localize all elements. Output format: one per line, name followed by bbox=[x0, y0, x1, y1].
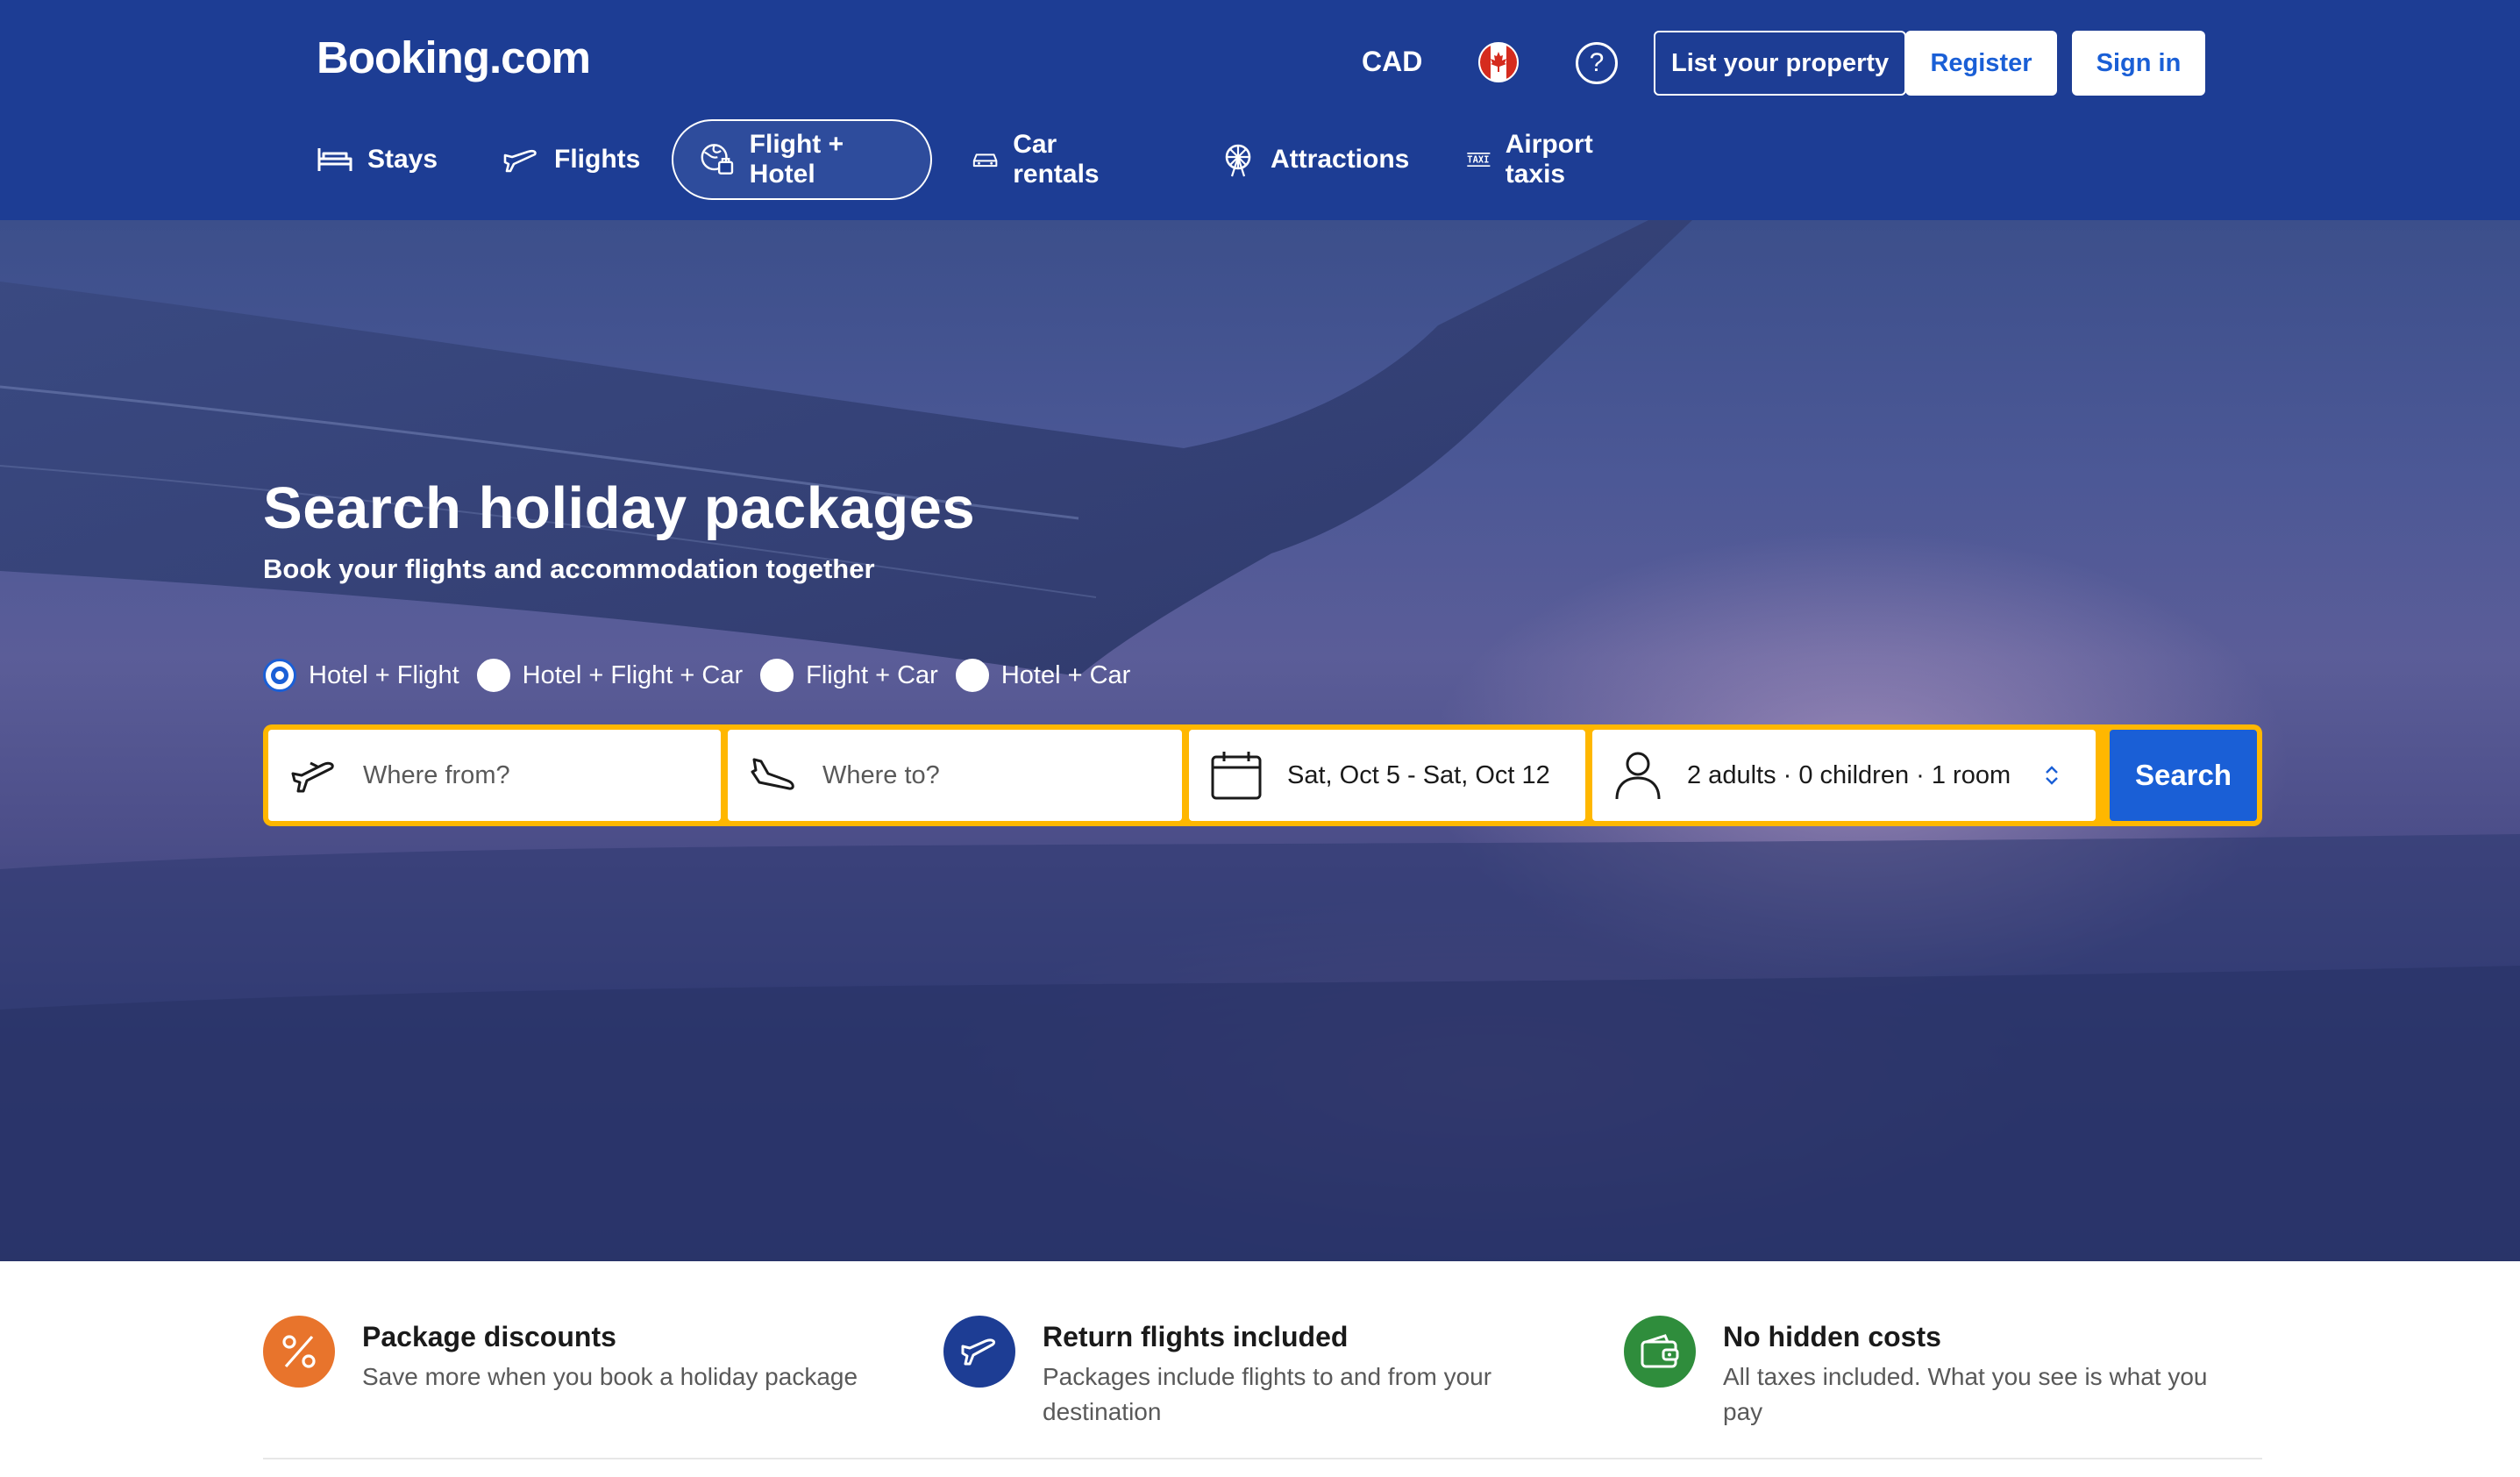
feature-description: Packages include flights to and from you… bbox=[1043, 1363, 1492, 1425]
nav-label: Stays bbox=[367, 145, 438, 174]
car-icon bbox=[972, 153, 998, 168]
hero-banner: Search holiday packages Book your flight… bbox=[0, 220, 2520, 1261]
origin-field[interactable]: Where from? bbox=[268, 730, 721, 821]
hero-title: Search holiday packages bbox=[263, 475, 976, 541]
nav-label: Attractions bbox=[1271, 145, 1410, 174]
top-header: Booking.com CAD ? List your property Reg… bbox=[0, 0, 2520, 220]
radio-button[interactable] bbox=[760, 659, 794, 692]
feature-description: All taxes included. What you see is what… bbox=[1723, 1363, 2208, 1425]
feature-description: Save more when you book a holiday packag… bbox=[362, 1363, 858, 1390]
svg-text:TAXI: TAXI bbox=[1467, 154, 1489, 165]
radio-hotel-flight[interactable]: Hotel + Flight bbox=[263, 659, 459, 692]
globe-suitcase-icon bbox=[701, 144, 734, 175]
feature-title: Package discounts bbox=[362, 1321, 616, 1352]
plane-icon bbox=[943, 1316, 1015, 1388]
nav-label: Flight + Hotel bbox=[749, 130, 844, 189]
date-range: Sat, Oct 5 - Sat, Oct 12 bbox=[1287, 760, 1550, 789]
sign-in-button[interactable]: Sign in bbox=[2072, 31, 2205, 96]
radio-label: Hotel + Car bbox=[1000, 660, 1131, 689]
search-button[interactable]: Search bbox=[2110, 730, 2257, 821]
nav-label: Car rentals bbox=[1013, 130, 1100, 189]
feature-list: Package discounts Save more when you boo… bbox=[263, 1316, 2262, 1456]
destination-field[interactable]: Where to? bbox=[728, 730, 1182, 821]
list-property-button[interactable]: List your property bbox=[1654, 31, 1907, 96]
date-field[interactable]: Sat, Oct 5 - Sat, Oct 12 bbox=[1189, 730, 1585, 821]
nav-item-attractions[interactable]: Attractions bbox=[1193, 119, 1435, 200]
feature-title: Return flights included bbox=[1043, 1321, 1349, 1352]
calendar-icon bbox=[1211, 752, 1262, 800]
feature-title: No hidden costs bbox=[1723, 1321, 1941, 1352]
search-bar: Where from? Where to? Sat, Oct 5 - Sat, … bbox=[263, 724, 2262, 826]
occupancy-summary: 2 adults · 0 children · 1 room bbox=[1687, 760, 2011, 789]
question-icon[interactable]: ? bbox=[1576, 42, 1618, 84]
radio-label: Hotel + Flight + Car bbox=[522, 660, 744, 689]
booking-logo[interactable]: Booking.com bbox=[317, 32, 591, 83]
register-button[interactable]: Register bbox=[1905, 31, 2057, 96]
percent-icon bbox=[263, 1316, 335, 1388]
nav-label: Airport taxis bbox=[1505, 130, 1593, 189]
radio-label: Flight + Car bbox=[806, 660, 938, 689]
destination-placeholder: Where to? bbox=[822, 760, 940, 789]
person-icon bbox=[1615, 752, 1661, 800]
taxi-icon: TAXI bbox=[1467, 153, 1491, 167]
plane-icon bbox=[503, 149, 537, 173]
chevron-updown-icon bbox=[2046, 766, 2058, 785]
hero-subtitle: Book your flights and accommodation toge… bbox=[263, 553, 875, 584]
nav-item-car-rentals[interactable]: Car rentals bbox=[945, 119, 1136, 200]
origin-placeholder: Where from? bbox=[363, 760, 510, 789]
nav-item-airport-taxis[interactable]: TAXI Airport taxis bbox=[1440, 119, 1633, 200]
radio-label: Hotel + Flight bbox=[309, 660, 459, 689]
radio-flight-car[interactable]: Flight + Car bbox=[760, 659, 938, 692]
ferris-wheel-icon bbox=[1225, 144, 1251, 177]
nav-label: Flights bbox=[554, 145, 641, 174]
takeoff-plane-icon bbox=[291, 761, 334, 793]
nav-item-flights[interactable]: Flights bbox=[475, 119, 666, 200]
bed-icon bbox=[317, 148, 352, 171]
wallet-icon bbox=[1624, 1316, 1696, 1388]
nav-item-flight-hotel[interactable]: Flight + Hotel bbox=[672, 119, 932, 200]
currency-selector[interactable]: CAD bbox=[1362, 46, 1422, 78]
radio-hotel-flight-car[interactable]: Hotel + Flight + Car bbox=[476, 659, 744, 692]
section-divider bbox=[263, 1458, 2262, 1459]
occupancy-field[interactable]: 2 adults · 0 children · 1 room bbox=[1592, 730, 2096, 821]
package-type-group: Hotel + Flight Hotel + Flight + Car Flig… bbox=[263, 659, 1148, 692]
radio-button[interactable] bbox=[476, 659, 510, 692]
nav-item-stays[interactable]: Stays bbox=[290, 119, 464, 200]
radio-button[interactable] bbox=[263, 659, 296, 692]
radio-hotel-car[interactable]: Hotel + Car bbox=[955, 659, 1131, 692]
radio-button[interactable] bbox=[955, 659, 989, 692]
landing-plane-icon bbox=[751, 758, 794, 790]
canada-flag-icon[interactable] bbox=[1478, 42, 1519, 82]
